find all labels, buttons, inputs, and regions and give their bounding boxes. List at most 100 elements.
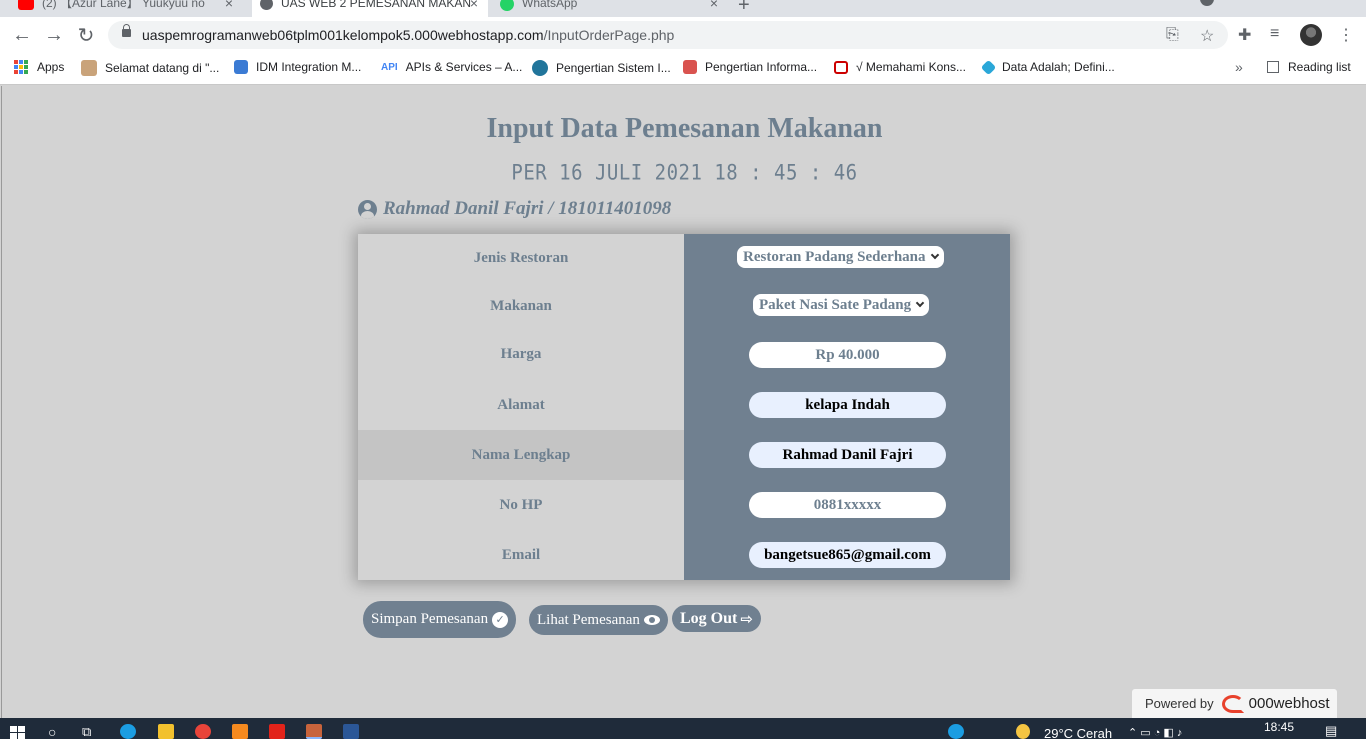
bookmark-item[interactable]: √ Memahami Kons...: [834, 60, 966, 74]
new-tab-button[interactable]: +: [738, 0, 750, 17]
lihat-pemesanan-button[interactable]: Lihat Pemesanan: [529, 605, 668, 635]
powered-by-badge[interactable]: Powered by 000webhost: [1132, 689, 1337, 718]
sublime-icon[interactable]: [232, 724, 248, 739]
alamat-input[interactable]: kelapa Indah: [749, 392, 946, 418]
bookmark-label: Pengertian Sistem I...: [556, 61, 671, 75]
file-explorer-icon[interactable]: [158, 724, 174, 739]
clock-display: PER 16 JULI 2021 18 : 45 : 46: [511, 160, 858, 186]
translate-icon[interactable]: ⎘: [1166, 26, 1179, 44]
url-host: uaspemrogramanweb06tplm001kelompok5.000w…: [142, 27, 544, 43]
user-info: Rahmad Danil Fajri / 181011401098: [358, 198, 671, 220]
more-bookmarks-icon[interactable]: »: [1235, 59, 1243, 75]
apps-grid-icon: [14, 60, 28, 74]
tab-youtube[interactable]: (2) 【Azur Lane】 Yuukyuu no ×: [18, 0, 243, 17]
reading-list-button[interactable]: Reading list: [1267, 60, 1351, 74]
eye-icon: [643, 615, 660, 625]
tab-label: WhatsApp: [522, 0, 578, 10]
sign-out-icon: ⇨: [740, 609, 753, 628]
email-input[interactable]: bangetsue865@gmail.com: [749, 542, 946, 568]
back-button[interactable]: ←: [10, 23, 34, 47]
bookmark-label: APIs & Services – A...: [405, 60, 523, 74]
edge-icon[interactable]: [120, 724, 136, 739]
search-icon[interactable]: ○: [48, 724, 56, 739]
check-circle-icon: ✓: [492, 611, 509, 628]
url-text: uaspemrogramanweb06tplm001kelompok5.000w…: [142, 27, 674, 43]
tab-whatsapp[interactable]: WhatsApp ×: [496, 0, 728, 17]
bookmark-label: IDM Integration M...: [256, 60, 362, 74]
bookmark-label: Data Adalah; Defini...: [1002, 60, 1115, 74]
acrobat-icon[interactable]: [269, 724, 285, 739]
label-email: Email: [501, 546, 541, 563]
forward-button[interactable]: →: [42, 23, 66, 47]
restoran-select[interactable]: Restoran Padang Sederhana: [737, 246, 944, 268]
reading-list-icon: [1267, 61, 1279, 73]
no-hp-input[interactable]: 0881xxxxx: [749, 492, 946, 518]
notifications-icon[interactable]: ▤: [1325, 723, 1337, 739]
form-labels-column: Jenis Restoran Makanan Harga Alamat Nama…: [358, 234, 684, 580]
page-title: Input Data Pemesanan Makanan: [486, 113, 883, 144]
powered-by-text: Powered by: [1145, 696, 1214, 711]
whatsapp-icon: [500, 0, 514, 11]
close-icon[interactable]: ×: [470, 0, 478, 11]
bookmark-label: Pengertian Informa...: [705, 60, 818, 74]
makanan-select[interactable]: Paket Nasi Sate Padang: [753, 294, 930, 316]
label-jenis-restoran: Jenis Restoran: [473, 249, 569, 266]
word-icon[interactable]: [343, 724, 359, 739]
reading-list-label: Reading list: [1288, 60, 1351, 74]
address-bar[interactable]: uaspemrogramanweb06tplm001kelompok5.000w…: [108, 21, 1228, 49]
nama-lengkap-input[interactable]: Rahmad Danil Fajri: [749, 442, 946, 468]
close-icon[interactable]: ×: [225, 0, 233, 11]
browser-toolbar: ← → ↻ uaspemrogramanweb06tplm001kelompok…: [0, 17, 1366, 53]
star-icon[interactable]: ☆: [1200, 26, 1214, 46]
url-path: /InputOrderPage.php: [543, 27, 675, 43]
form-inputs-column: Restoran Padang Sederhana Paket Nasi Sat…: [684, 234, 1010, 580]
chevron-down-icon: [915, 298, 925, 308]
app-icon[interactable]: [306, 724, 322, 739]
globe-icon: [260, 0, 273, 10]
weather-text[interactable]: 29°C Cerah: [1044, 726, 1112, 739]
weather-icon[interactable]: [1016, 724, 1030, 739]
media-control-icon[interactable]: ≡: [1270, 25, 1279, 43]
bookmark-item[interactable]: Data Adalah; Defini...: [980, 59, 1115, 75]
brand-name: 000webhost: [1248, 695, 1330, 712]
logout-button[interactable]: Log Out ⇨: [672, 605, 761, 632]
bookmark-apps[interactable]: Apps: [14, 60, 64, 74]
bookmark-favicon: [683, 60, 697, 74]
000webhost-logo-icon: [1221, 694, 1244, 713]
chrome-icon[interactable]: [195, 724, 211, 739]
chevron-down-icon: [930, 250, 939, 260]
menu-icon[interactable]: ⋮: [1338, 25, 1354, 45]
extensions-icon[interactable]: ✚: [1238, 25, 1251, 45]
simpan-label: Simpan Pemesanan: [371, 611, 489, 627]
bookmarks-bar: Apps Selamat datang di "... IDM Integrat…: [0, 53, 1366, 85]
youtube-icon: [18, 0, 34, 10]
harga-field[interactable]: Rp 40.000: [749, 342, 946, 368]
tab-search-icon[interactable]: [1200, 0, 1214, 6]
user-circle-icon: [358, 199, 377, 219]
tab-active[interactable]: UAS WEB 2 PEMESANAN MAKAN ×: [252, 0, 488, 17]
bookmark-item[interactable]: Pengertian Sistem I...: [532, 60, 671, 76]
help-icon[interactable]: [948, 724, 964, 739]
bookmark-item[interactable]: IDM Integration M...: [234, 60, 361, 74]
windows-start-icon[interactable]: [10, 726, 26, 739]
user-name: Rahmad Danil Fajri / 181011401098: [383, 198, 672, 219]
tab-label: (2) 【Azur Lane】 Yuukyuu no: [42, 0, 205, 10]
bookmark-item[interactable]: Selamat datang di "...: [81, 60, 219, 76]
profile-avatar[interactable]: [1300, 24, 1322, 46]
bookmark-item[interactable]: API APIs & Services – A...: [381, 60, 522, 74]
label-harga: Harga: [500, 345, 542, 362]
reload-button[interactable]: ↻: [74, 23, 98, 47]
makanan-value: Paket Nasi Sate Padang: [759, 296, 912, 313]
label-makanan: Makanan: [490, 297, 552, 314]
tab-strip: (2) 【Azur Lane】 Yuukyuu no × UAS WEB 2 P…: [0, 0, 1366, 17]
bookmark-item[interactable]: Pengertian Informa...: [683, 60, 817, 74]
taskbar: ○ ⧉ 29°C Cerah ⌃ ▭ ◔ ◧ ♪ 18:45 ▤: [0, 718, 1366, 739]
clock-time[interactable]: 18:45: [1264, 720, 1294, 734]
home-icon: [834, 60, 848, 74]
bookmark-label: √ Memahami Kons...: [856, 60, 966, 74]
system-tray-icons[interactable]: ⌃ ▭ ◔ ◧ ♪: [1128, 726, 1182, 739]
simpan-pemesanan-button[interactable]: Simpan Pemesanan ✓: [363, 601, 517, 638]
logout-label: Log Out: [680, 609, 738, 627]
close-icon[interactable]: ×: [710, 0, 718, 11]
task-view-icon[interactable]: ⧉: [82, 724, 91, 739]
